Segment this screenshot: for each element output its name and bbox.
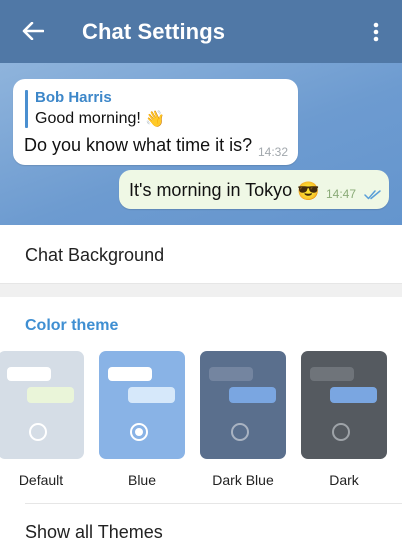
theme-card-dark[interactable]: [301, 351, 387, 459]
double-check-icon: [364, 187, 382, 205]
incoming-message-text: Do you know what time it is?: [24, 135, 253, 155]
theme-preview-bubble-in: [310, 367, 354, 381]
show-all-themes-row[interactable]: Show all Themes: [0, 504, 402, 547]
page-title: Chat Settings: [82, 19, 226, 44]
sunglasses-emoji: 😎: [297, 180, 320, 201]
reply-text: Good morning! 👋: [35, 110, 166, 128]
theme-preview-bubble-out: [27, 387, 74, 403]
theme-card-default[interactable]: [0, 351, 84, 459]
outgoing-message-text: It's morning in Tokyo 😎: [129, 180, 320, 201]
theme-preview-bubble-in: [108, 367, 152, 381]
waving-hand-emoji: 👋: [145, 111, 166, 128]
more-vertical-icon[interactable]: [364, 16, 388, 48]
color-theme-header: Color theme: [25, 317, 119, 334]
theme-radio[interactable]: [29, 423, 47, 441]
outgoing-message-time: 14:47: [326, 187, 357, 201]
chat-background-label: Chat Background: [25, 245, 165, 265]
theme-picker: Default Blue Dark Blue Dark: [0, 351, 402, 496]
radio-selected-dot: [135, 428, 143, 436]
theme-radio[interactable]: [332, 423, 350, 441]
show-all-themes-label: Show all Themes: [25, 522, 163, 542]
theme-radio[interactable]: [231, 423, 249, 441]
theme-card-dark-blue[interactable]: [200, 351, 286, 459]
reply-quote-bar: [25, 90, 28, 128]
theme-preview-bubble-in: [209, 367, 253, 381]
theme-preview-bubble-out: [229, 387, 276, 403]
reply-author-name: Bob Harris: [35, 89, 112, 106]
theme-name-default: Default: [18, 472, 64, 488]
theme-name-dark-blue: Dark Blue: [212, 472, 274, 488]
incoming-message-bubble: Bob Harris Good morning! 👋 Do you know w…: [13, 79, 298, 165]
incoming-message-time: 14:32: [257, 145, 288, 159]
section-divider: [0, 284, 402, 297]
back-arrow-icon[interactable]: [18, 16, 48, 46]
theme-name-dark: Dark: [329, 472, 359, 488]
chat-background-row[interactable]: Chat Background: [0, 225, 402, 284]
theme-radio[interactable]: [130, 423, 148, 441]
theme-name-blue: Blue: [127, 472, 157, 488]
theme-preview-bubble-in: [7, 367, 51, 381]
theme-preview-bubble-out: [128, 387, 175, 403]
theme-card-blue[interactable]: [99, 351, 185, 459]
app-bar: Chat Settings: [0, 0, 402, 63]
outgoing-message-bubble: It's morning in Tokyo 😎 14:47: [119, 170, 389, 209]
theme-preview-bubble-out: [330, 387, 377, 403]
chat-preview: Bob Harris Good morning! 👋 Do you know w…: [0, 63, 402, 225]
